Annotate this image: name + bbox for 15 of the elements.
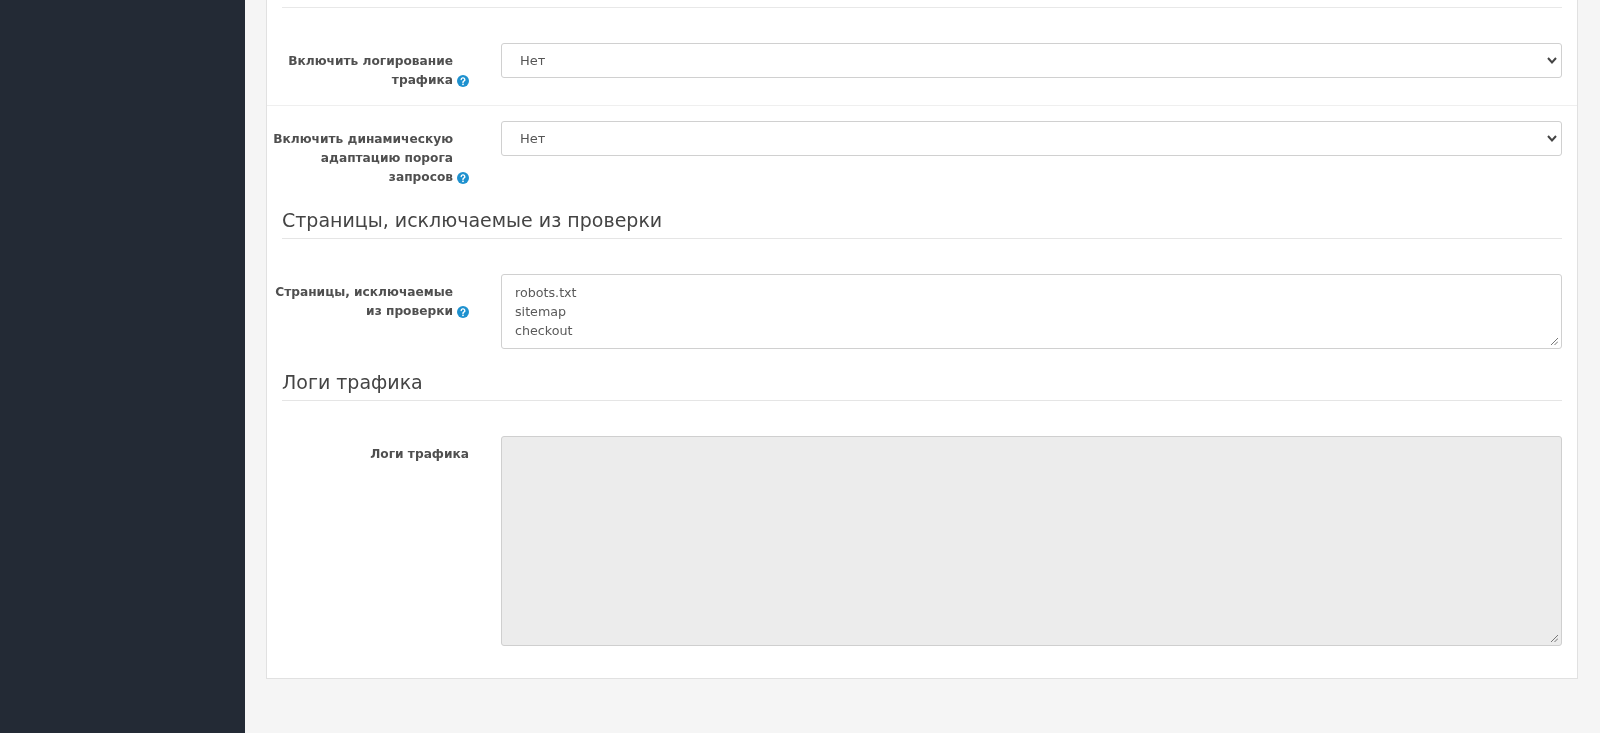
field-label: Логи трафика	[370, 446, 469, 463]
field-label: Страницы, исключаемые из проверки	[274, 284, 453, 320]
help-icon[interactable]	[457, 75, 469, 87]
field-label: Включить логирование трафика	[287, 53, 453, 89]
help-icon[interactable]	[457, 172, 469, 184]
section-heading: Логи трафика	[282, 364, 1562, 401]
select-field[interactable]: Нет	[501, 43, 1562, 78]
help-icon[interactable]	[457, 306, 469, 318]
chevron-down-icon	[1547, 57, 1557, 64]
chevron-down-icon	[1547, 135, 1557, 142]
resize-grip-icon[interactable]	[1551, 338, 1558, 345]
select-field[interactable]: Нет	[501, 121, 1562, 156]
textarea-field[interactable]: robots.txt sitemap checkout	[501, 274, 1562, 349]
section-heading: Страницы, исключаемые из проверки	[282, 202, 1562, 239]
field-label: Включить динамическую адаптацию порога запросов	[272, 131, 453, 186]
